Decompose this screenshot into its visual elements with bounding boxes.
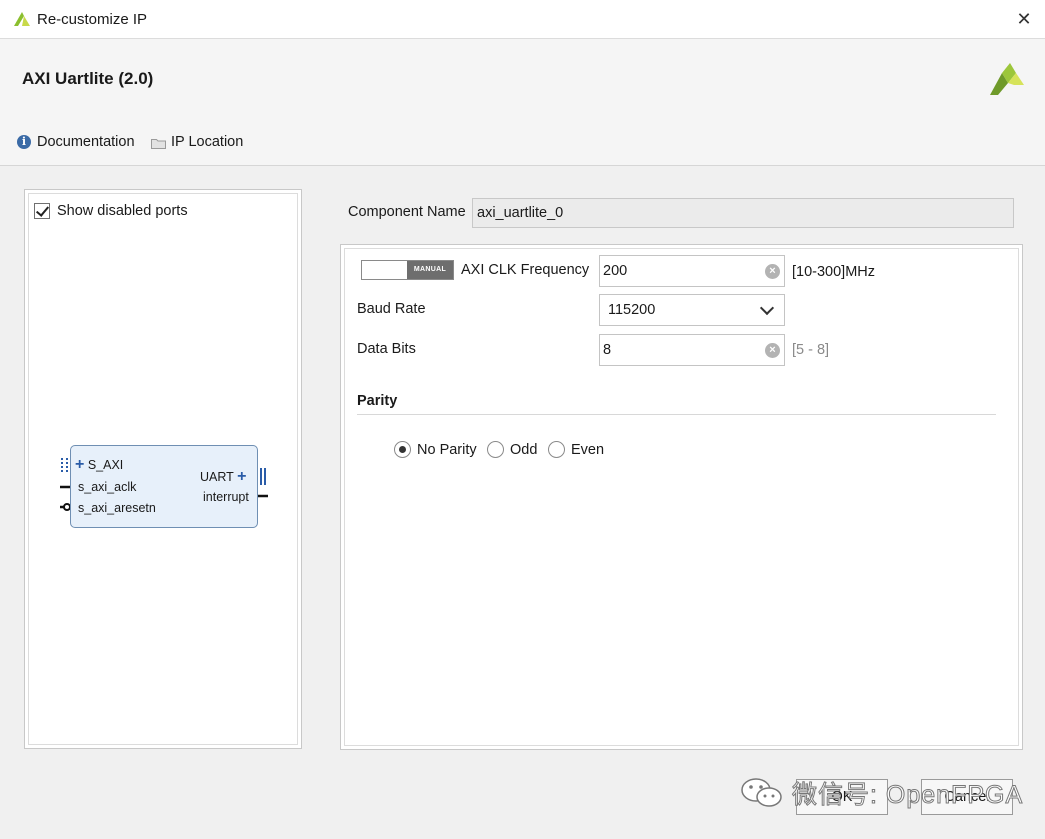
data-bits-input[interactable]: 8 × [599, 334, 785, 366]
interrupt-port: interrupt [203, 490, 249, 504]
baud-rate-select[interactable]: 115200 [599, 294, 785, 326]
axi-uartlite-block[interactable]: + S_AXI s_axi_aclk s_axi_aresetn UART + … [70, 445, 258, 528]
expand-plus-icon[interactable]: + [75, 456, 84, 473]
data-bits-label: Data Bits [357, 341, 416, 357]
baud-rate-label: Baud Rate [357, 301, 426, 317]
baud-rate-value: 115200 [608, 302, 656, 318]
radio-unselected-icon[interactable] [487, 441, 504, 458]
manual-toggle-label: MANUAL [407, 261, 453, 279]
uart-port[interactable]: UART + [200, 468, 246, 486]
axi-clk-frequency-value: 200 [603, 263, 628, 279]
watermark: 微信号: OpenFPGA [740, 775, 1023, 811]
s-axi-aclk-port: s_axi_aclk [78, 480, 137, 494]
parity-option-label: Odd [510, 441, 538, 458]
component-name-label: Component Name [348, 204, 466, 220]
data-bits-range: [5 - 8] [792, 342, 830, 358]
expand-plus-icon[interactable]: + [237, 468, 246, 485]
clear-icon[interactable]: × [765, 343, 780, 358]
manual-toggle[interactable]: MANUAL [361, 260, 454, 280]
clear-icon[interactable]: × [765, 264, 780, 279]
close-button[interactable]: ✕ [1010, 6, 1038, 32]
parity-divider [357, 414, 996, 415]
watermark-text: 微信号: OpenFPGA [791, 781, 1024, 810]
s-axi-aresetn-port: s_axi_aresetn [78, 501, 156, 515]
parity-option-no-parity[interactable]: No Parity [394, 441, 477, 458]
vivado-logo-icon [988, 61, 1026, 102]
parity-option-even[interactable]: Even [548, 441, 604, 458]
parity-option-odd[interactable]: Odd [487, 441, 537, 458]
axi-clk-frequency-input[interactable]: 200 × [599, 255, 785, 287]
radio-unselected-icon[interactable] [548, 441, 565, 458]
s-axi-port[interactable]: + S_AXI [75, 456, 123, 474]
chevron-down-icon [759, 300, 775, 316]
axi-clk-frequency-label: AXI CLK Frequency [461, 262, 590, 278]
parity-option-label: No Parity [417, 441, 477, 458]
radio-selected-icon[interactable] [394, 441, 411, 458]
parity-option-label: Even [571, 441, 605, 458]
parity-section-title: Parity [357, 393, 398, 409]
component-name-field[interactable]: axi_uartlite_0 [472, 198, 1014, 228]
data-bits-value: 8 [603, 342, 612, 358]
wechat-icon [740, 777, 784, 809]
axi-clk-range: [10-300]MHz [792, 264, 876, 280]
